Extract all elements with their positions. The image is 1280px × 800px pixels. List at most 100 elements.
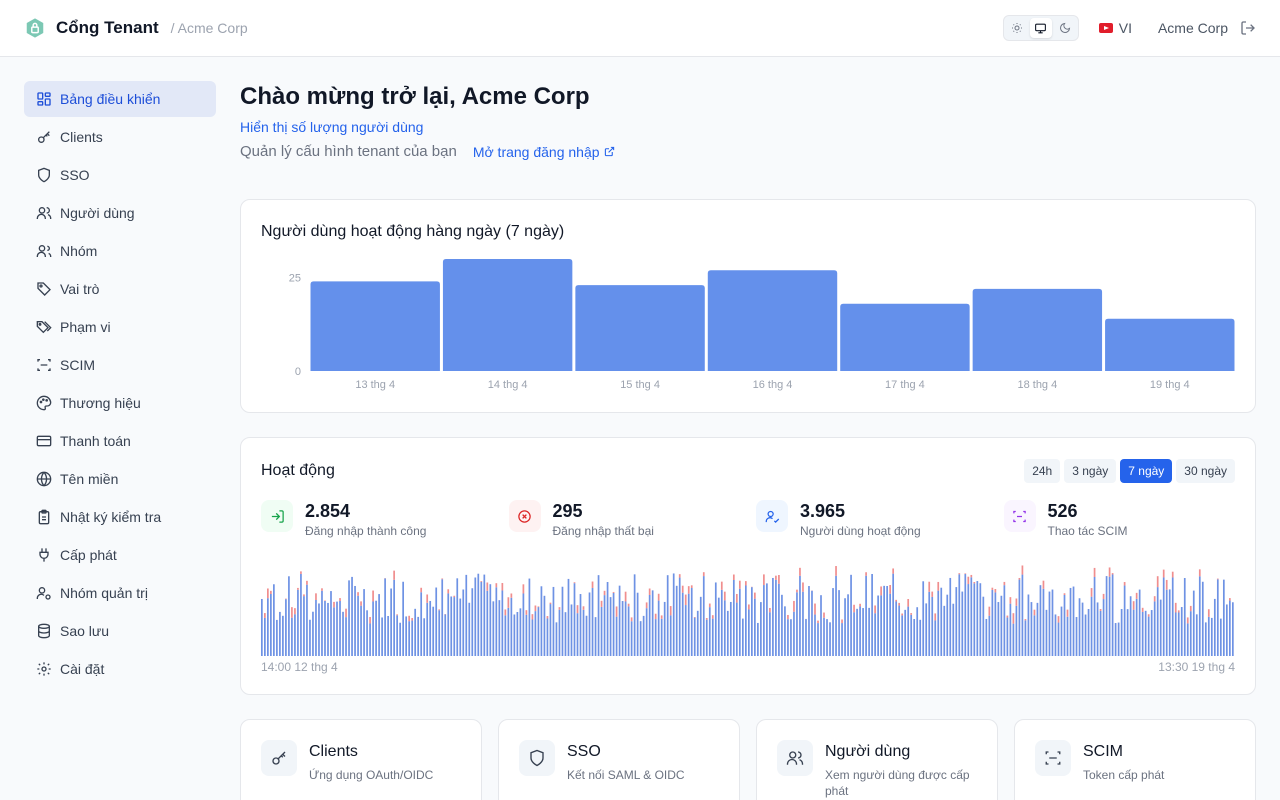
sidebar-item-branding[interactable]: Thương hiệu	[24, 385, 216, 421]
activity-bar	[402, 581, 404, 656]
activity-bar	[979, 583, 982, 656]
quick-card-title: SSO	[567, 743, 601, 760]
activity-bar	[1084, 614, 1087, 656]
y-tick-label: 25	[289, 273, 301, 285]
activity-failure-bar	[823, 612, 825, 618]
activity-bar	[946, 594, 949, 656]
activity-bar	[1201, 581, 1204, 656]
sidebar-item-label: Bảng điều khiển	[60, 91, 161, 107]
activity-bar	[390, 588, 392, 656]
activity-failure-bar	[880, 586, 882, 596]
activity-bar	[1171, 577, 1174, 656]
activity-failure-bar	[357, 592, 359, 596]
activity-bar	[744, 585, 747, 656]
activity-bar	[681, 592, 684, 656]
activity-bar	[351, 576, 353, 656]
sidebar-item-sso[interactable]: SSO	[24, 157, 216, 193]
language-switcher[interactable]: VI	[1098, 20, 1132, 36]
sidebar-item-groups[interactable]: Nhóm	[24, 233, 216, 269]
activity-bar	[787, 619, 789, 656]
sidebar-item-settings[interactable]: Cài đặt	[24, 651, 216, 687]
activity-bar	[528, 578, 531, 656]
sidebar-item-roles[interactable]: Vai trò	[24, 271, 216, 307]
activity-bar	[781, 594, 783, 656]
activity-bar	[757, 622, 759, 656]
activity-bar	[793, 611, 795, 656]
quick-card-desc: Kết nối SAML & OIDC	[567, 768, 685, 782]
activity-bar	[1057, 622, 1060, 656]
sidebar-item-billing[interactable]: Thanh toán	[24, 423, 216, 459]
activity-bar	[273, 584, 275, 656]
activity-bar	[1069, 587, 1072, 656]
activity-bar	[297, 589, 299, 656]
monitor-icon[interactable]	[1029, 18, 1052, 38]
bar[interactable]	[707, 270, 838, 371]
activity-bar	[633, 574, 636, 656]
activity-failure-bar	[769, 607, 771, 613]
sidebar-item-dashboard[interactable]: Bảng điều khiển	[24, 81, 216, 117]
activity-bar	[1150, 610, 1153, 656]
bar[interactable]	[1105, 318, 1235, 371]
activity-failure-bar	[931, 591, 934, 597]
sidebar-item-scopes[interactable]: Phạm vi	[24, 309, 216, 345]
range-7d-button[interactable]: 7 ngày	[1120, 459, 1173, 483]
quick-card-scim[interactable]: SCIM Token cấp phát	[1014, 719, 1256, 800]
x-tick-label: 19 thg 4	[1150, 379, 1190, 391]
activity-failure-bar	[1228, 598, 1231, 601]
activity-bar	[642, 615, 645, 656]
sidebar-item-scim[interactable]: SCIM	[24, 347, 216, 383]
activity-bar	[1072, 586, 1075, 656]
activity-bar	[1177, 612, 1180, 656]
activity-bar	[597, 575, 600, 656]
activity-failure-bar	[958, 573, 961, 575]
quick-card-users[interactable]: Người dùng Xem người dùng được cấp phát	[756, 719, 998, 800]
bar[interactable]	[442, 259, 573, 371]
quick-card-sso[interactable]: SSO Kết nối SAML & OIDC	[498, 719, 740, 800]
bar[interactable]	[575, 285, 705, 371]
range-3d-button[interactable]: 3 ngày	[1064, 459, 1117, 483]
stat-value: 2.854	[305, 501, 351, 521]
activity-failure-bar	[1189, 605, 1192, 612]
top-bar: Cổng Tenant / Acme Corp VI Acme Corp	[0, 0, 1280, 57]
sidebar-item-clients[interactable]: Clients	[24, 119, 216, 155]
sidebar-item-domains[interactable]: Tên miền	[24, 461, 216, 497]
activity-bar	[1054, 614, 1057, 656]
activity-failure-bar	[1042, 580, 1045, 589]
brand-title[interactable]: Cổng Tenant	[56, 18, 159, 38]
bar[interactable]	[840, 303, 970, 371]
activity-bar	[1033, 615, 1036, 656]
sidebar-item-provisioning[interactable]: Cấp phát	[24, 537, 216, 573]
bar[interactable]	[972, 288, 1103, 371]
logout-icon[interactable]	[1240, 20, 1256, 36]
activity-bar	[772, 577, 774, 656]
sidebar-item-audit-log[interactable]: Nhật ký kiểm tra	[24, 499, 216, 535]
open-login-page-link[interactable]: Mở trang đăng nhập	[473, 144, 615, 160]
sun-icon[interactable]	[1006, 18, 1028, 38]
sidebar-item-admin-groups[interactable]: Nhóm quản trị	[24, 575, 216, 611]
range-24h-button[interactable]: 24h	[1024, 459, 1061, 483]
activity-bar	[955, 587, 958, 656]
activity-bar	[498, 600, 501, 656]
activity-bar	[958, 574, 961, 656]
show-user-count-link[interactable]: Hiển thị số lượng người dùng	[240, 119, 423, 135]
quick-card-clients[interactable]: Clients Ứng dụng OAuth/OIDC	[240, 719, 482, 800]
activity-failure-bar	[324, 600, 326, 602]
activity-bar	[838, 590, 840, 656]
activity-bar	[561, 586, 564, 656]
activity-bar	[967, 584, 970, 656]
range-30d-button[interactable]: 30 ngày	[1176, 459, 1235, 483]
activity-failure-bar	[1003, 581, 1006, 586]
user-name[interactable]: Acme Corp	[1158, 20, 1228, 36]
activity-bar	[645, 608, 648, 656]
moon-icon[interactable]	[1054, 18, 1076, 38]
sidebar-item-users[interactable]: Người dùng	[24, 195, 216, 231]
activity-bar	[495, 587, 498, 656]
activity-bar	[847, 594, 849, 656]
bar[interactable]	[310, 281, 440, 371]
activity-bar	[459, 598, 462, 656]
activity-bar	[408, 621, 411, 656]
activity-bar	[714, 582, 717, 656]
activity-bar	[1132, 609, 1135, 656]
sidebar-item-backup[interactable]: Sao lưu	[24, 613, 216, 649]
activity-bar	[1228, 600, 1231, 656]
